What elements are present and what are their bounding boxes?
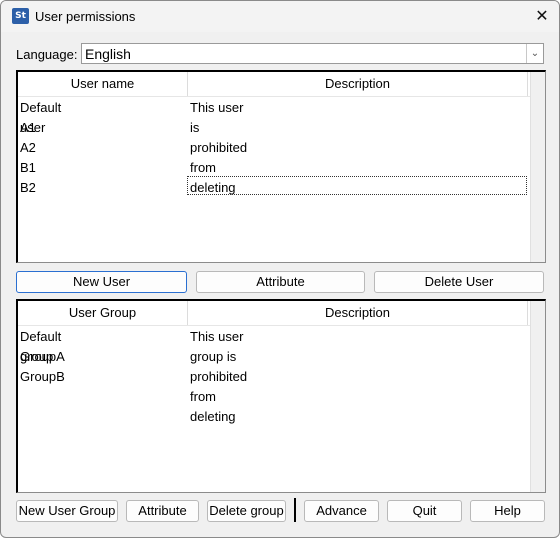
close-icon[interactable]: ✕ (529, 5, 555, 27)
language-select[interactable]: English ⌄ (81, 43, 544, 64)
group-name: GroupA (20, 349, 65, 364)
new-user-button[interactable]: New User (16, 271, 187, 293)
focused-description-cell[interactable] (187, 176, 527, 195)
column-header-description[interactable]: Description (188, 301, 528, 325)
user-name: B1 (20, 160, 36, 175)
group-name: GroupB (20, 369, 65, 384)
quit-button[interactable]: Quit (387, 500, 462, 522)
group-list[interactable]: User Group Description Default group Thi… (16, 299, 546, 493)
title-bar: St User permissions ✕ (1, 1, 559, 32)
chevron-down-icon[interactable]: ⌄ (526, 44, 543, 63)
column-header-description[interactable]: Description (188, 72, 528, 96)
user-attribute-button[interactable]: Attribute (196, 271, 365, 293)
language-value: English (85, 46, 131, 62)
user-list[interactable]: User name Description Default user This … (16, 70, 546, 263)
new-user-group-button[interactable]: New User Group (16, 500, 118, 522)
language-label: Language: (16, 47, 78, 62)
group-list-scroll-area[interactable] (530, 301, 545, 492)
group-description: This user group is prohibited from delet… (190, 329, 248, 424)
button-separator (294, 498, 296, 522)
delete-group-button[interactable]: Delete group (207, 500, 286, 522)
user-permissions-window: St User permissions ✕ Language: English … (0, 0, 560, 538)
group-attribute-button[interactable]: Attribute (126, 500, 199, 522)
help-button[interactable]: Help (470, 500, 545, 522)
app-icon: St (12, 8, 29, 24)
user-list-scroll-area[interactable] (530, 72, 545, 262)
user-list-header: User name Description (18, 72, 545, 97)
user-name: A1 (20, 120, 36, 135)
user-name: B2 (20, 180, 36, 195)
column-header-user-group[interactable]: User Group (18, 301, 188, 325)
window-title: User permissions (35, 9, 136, 24)
advance-button[interactable]: Advance (304, 500, 379, 522)
group-list-header: User Group Description (18, 301, 545, 326)
user-name: A2 (20, 140, 36, 155)
delete-user-button[interactable]: Delete User (374, 271, 544, 293)
column-header-user-name[interactable]: User name (18, 72, 188, 96)
